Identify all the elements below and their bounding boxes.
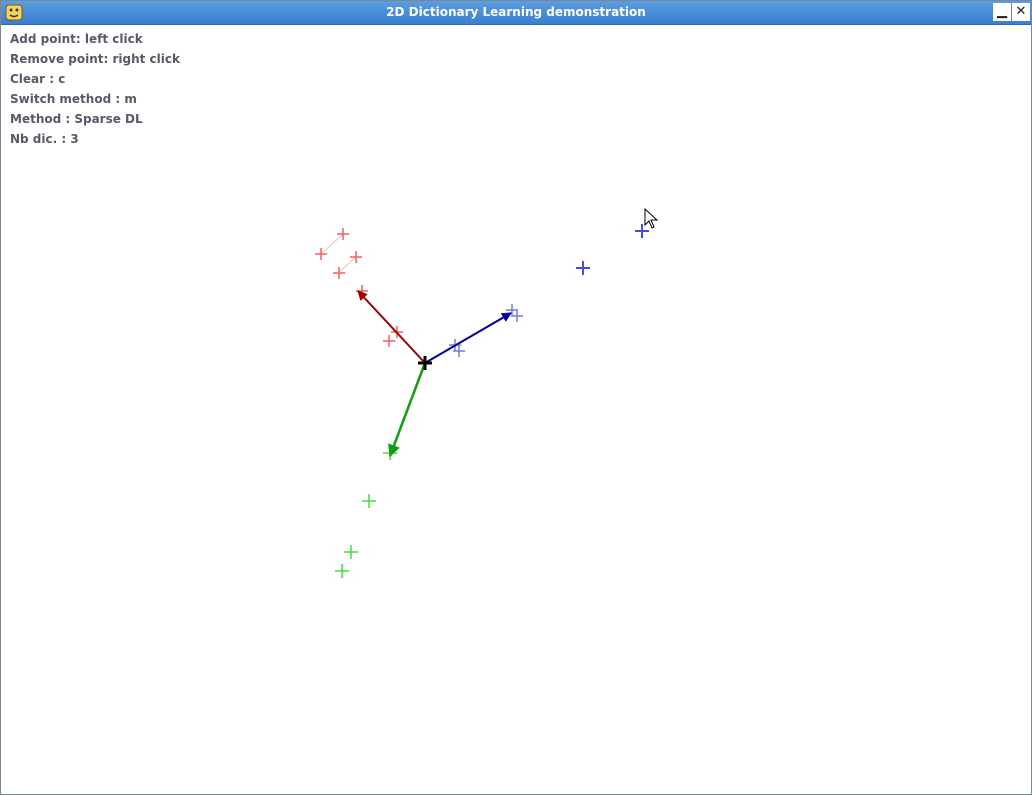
reconstruction-lines bbox=[320, 233, 357, 273]
dictionary-count: Nb dic. : 3 bbox=[10, 132, 79, 146]
dictionary-atom-red bbox=[357, 290, 426, 364]
app-window: 2D Dictionary Learning demonstration ▁ ✕ bbox=[0, 0, 1032, 795]
blue-cluster-points bbox=[576, 224, 649, 275]
data-point bbox=[576, 261, 590, 275]
method-status: Method : Sparse DL bbox=[10, 112, 143, 126]
clear-hint: Clear : c bbox=[10, 72, 66, 86]
switch-method-hint: Switch method : m bbox=[10, 92, 137, 106]
dictionary-atom-blue bbox=[424, 312, 512, 364]
data-point bbox=[635, 224, 649, 238]
data-point bbox=[335, 564, 349, 578]
instructions-panel: Add point: left click Remove point: righ… bbox=[10, 31, 180, 151]
dictionary-atom-green bbox=[388, 362, 427, 458]
data-point bbox=[362, 494, 376, 508]
data-point bbox=[511, 310, 523, 322]
data-point bbox=[383, 335, 395, 347]
add-point-hint: Add point: left click bbox=[10, 32, 143, 46]
red-cluster-points bbox=[315, 228, 403, 347]
data-point bbox=[344, 545, 358, 559]
mouse-pointer-icon bbox=[644, 207, 659, 229]
remove-point-hint: Remove point: right click bbox=[10, 52, 180, 66]
blue-cluster-points-faint bbox=[449, 304, 523, 357]
green-cluster-points bbox=[335, 446, 397, 578]
